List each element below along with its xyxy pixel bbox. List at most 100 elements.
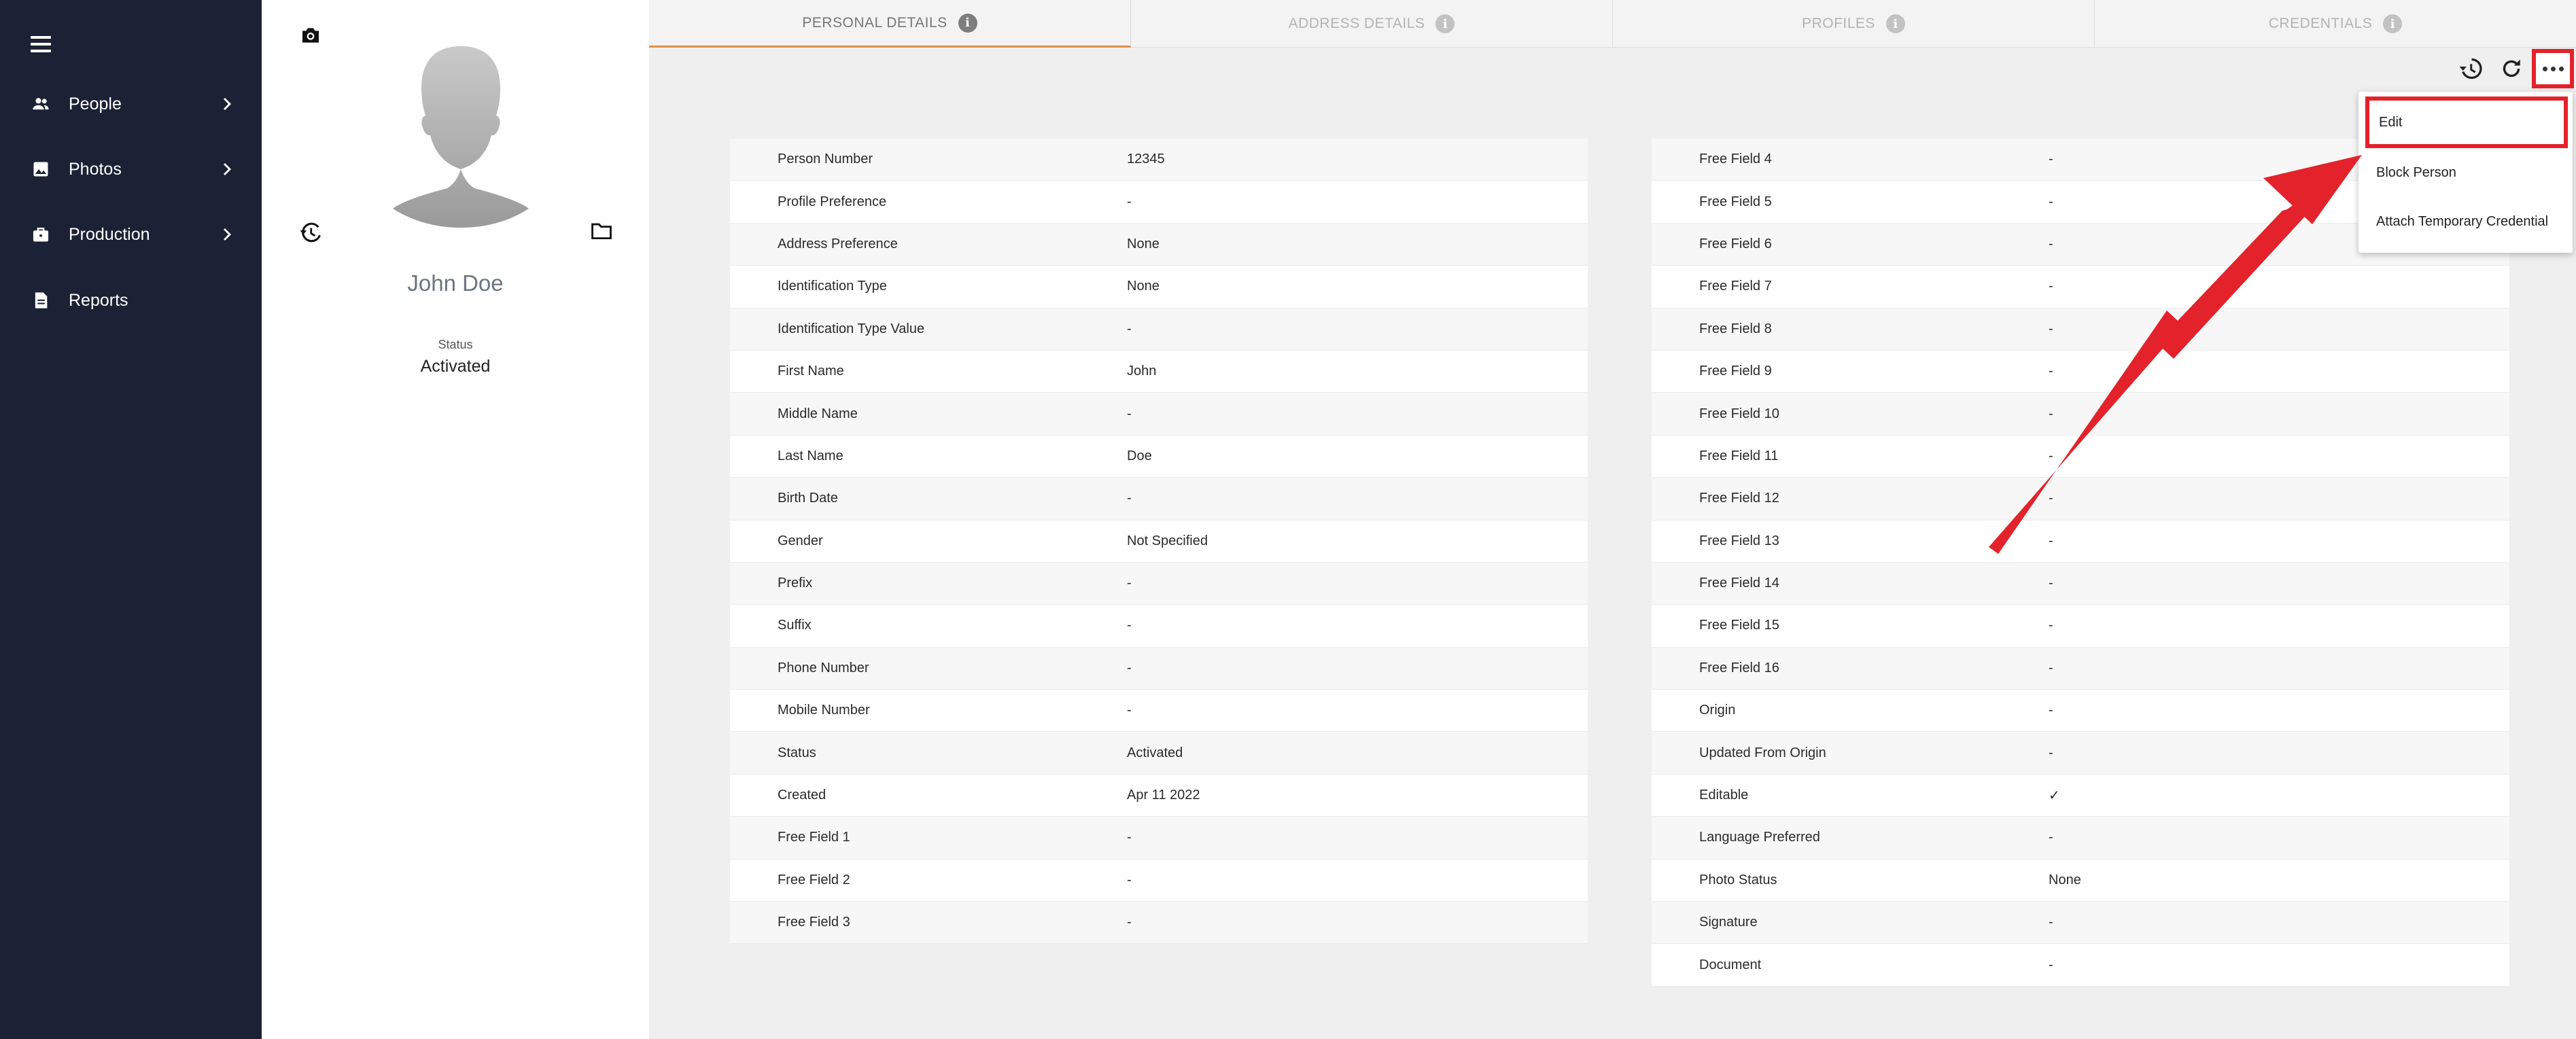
menu-item-edit[interactable]: Edit [2365, 96, 2568, 148]
field-label: Photo Status [1699, 872, 1777, 887]
history-icon[interactable] [2458, 56, 2483, 81]
field-label: Free Field 7 [1699, 279, 1772, 294]
status-label: Status [438, 338, 473, 351]
sidebar-item-label: People [69, 94, 122, 113]
field-value: - [1127, 194, 1132, 209]
tab-address-details[interactable]: ADDRESS DETAILS i [1131, 0, 1613, 48]
more-options-menu: Edit Block Person Attach Temporary Crede… [2359, 92, 2573, 253]
document-icon [35, 292, 48, 309]
table-row: Free Field 13 - [1652, 520, 2509, 563]
field-value: - [1127, 830, 1132, 845]
field-label: Updated From Origin [1699, 745, 1826, 760]
field-value: - [2049, 703, 2053, 718]
detail-tabs: PERSONAL DETAILS i ADDRESS DETAILS i PRO… [649, 0, 2576, 48]
field-value: - [1127, 703, 1132, 718]
table-row: Free Field 9 - [1652, 350, 2509, 393]
table-row: Gender Not Specified [730, 520, 1588, 563]
table-row: Mobile Number - [730, 690, 1588, 733]
sidebar-item-people[interactable]: People [0, 77, 262, 131]
sidebar-item-production[interactable]: Production [0, 207, 262, 262]
sidebar-item-photos[interactable]: Photos [0, 142, 262, 196]
field-label: Gender [778, 533, 823, 548]
hamburger-menu-icon[interactable] [31, 33, 54, 56]
field-label: Identification Type Value [778, 321, 925, 336]
field-label: Free Field 6 [1699, 236, 1772, 251]
field-value: - [2049, 491, 2053, 506]
table-row: Created Apr 11 2022 [730, 774, 1588, 817]
field-value: - [2049, 830, 2053, 845]
personal-details-table-left: Person Number 12345 Profile Preference - Add… [730, 139, 1588, 945]
field-value: - [2049, 321, 2053, 336]
field-label: Free Field 14 [1699, 576, 1779, 591]
history-icon[interactable] [299, 221, 322, 244]
table-row: Updated From Origin - [1652, 732, 2509, 775]
table-row: Last Name Doe [730, 435, 1588, 478]
field-label: Birth Date [778, 491, 838, 506]
refresh-icon[interactable] [2499, 56, 2524, 81]
field-value: - [2049, 576, 2053, 591]
info-icon[interactable]: i [958, 13, 977, 33]
table-row: Photo Status None [1652, 859, 2509, 902]
field-value: - [2049, 364, 2053, 379]
menu-item-attach-temporary-credential[interactable]: Attach Temporary Credential [2359, 197, 2573, 246]
table-row: Prefix - [730, 562, 1588, 605]
tab-credentials[interactable]: CREDENTIALS i [2095, 0, 2576, 48]
table-row: Person Number 12345 [730, 139, 1588, 181]
more-options-button[interactable] [2532, 49, 2574, 88]
field-value: None [1127, 279, 1160, 294]
table-row: Identification Type Value - [730, 308, 1588, 351]
table-row: Status Activated [730, 732, 1588, 775]
field-value: None [1127, 236, 1160, 251]
field-label: Free Field 1 [778, 830, 850, 845]
table-row: Free Field 2 - [730, 859, 1588, 902]
sidebar: People Photos Production Reports [0, 0, 262, 1039]
menu-item-block-person[interactable]: Block Person [2359, 148, 2573, 197]
field-label: Person Number [778, 152, 873, 167]
field-label: Free Field 4 [1699, 152, 1772, 167]
field-value: - [1127, 915, 1132, 930]
table-row: Profile Preference - [730, 181, 1588, 224]
table-row: Free Field 7 - [1652, 266, 2509, 309]
field-label: Editable [1699, 788, 1749, 803]
table-row: Phone Number - [730, 647, 1588, 690]
sidebar-item-label: Reports [69, 290, 128, 310]
field-label: Mobile Number [778, 703, 870, 718]
field-value: - [2049, 957, 2053, 972]
status-value: Activated [420, 357, 491, 376]
field-value: Activated [1127, 745, 1183, 760]
table-row: Free Field 3 - [730, 902, 1588, 945]
table-row: Free Field 11 - [1652, 435, 2509, 478]
table-row: Free Field 8 - [1652, 308, 2509, 351]
field-label: Free Field 13 [1699, 533, 1779, 548]
field-label: Origin [1699, 703, 1736, 718]
field-label: Signature [1699, 915, 1758, 930]
field-value: - [2049, 152, 2053, 167]
personal-details-table-right: Free Field 4- Free Field 5- Free Field 6-F… [1652, 139, 2509, 987]
info-icon[interactable]: i [1885, 14, 1905, 33]
field-label: Profile Preference [778, 194, 887, 209]
field-value: - [2049, 406, 2053, 421]
tab-label: CREDENTIALS [2268, 16, 2373, 31]
folder-icon[interactable] [589, 219, 614, 243]
tab-label: PERSONAL DETAILS [802, 14, 947, 31]
field-value: None [2049, 872, 2081, 887]
chevron-right-icon [224, 98, 231, 110]
field-value: Not Specified [1127, 533, 1208, 548]
field-label: Free Field 12 [1699, 491, 1779, 506]
field-value: John [1127, 364, 1157, 379]
table-row: Document - [1652, 944, 2509, 987]
field-label: Prefix [778, 576, 813, 591]
tab-profiles[interactable]: PROFILES i [1613, 0, 2095, 48]
tab-personal-details[interactable]: PERSONAL DETAILS i [649, 0, 1131, 48]
field-value: 12345 [1127, 152, 1165, 167]
info-icon[interactable]: i [2383, 14, 2403, 33]
more-dots-icon [2542, 66, 2547, 71]
info-icon[interactable]: i [1435, 14, 1455, 33]
table-row: Language Preferred - [1652, 817, 2509, 860]
sidebar-item-reports[interactable]: Reports [0, 273, 262, 328]
people-icon [33, 98, 49, 110]
field-value: - [2049, 279, 2053, 294]
field-label: Document [1699, 957, 1762, 972]
field-label: Free Field 15 [1699, 618, 1779, 633]
camera-icon[interactable] [299, 24, 322, 46]
